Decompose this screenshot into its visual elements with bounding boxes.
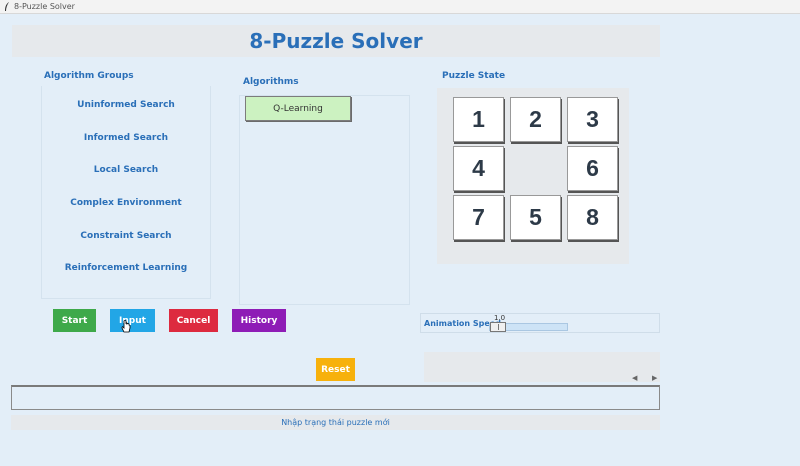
input-button[interactable]: Input [110,309,155,332]
page-title: 8-Puzzle Solver [249,29,423,53]
app-window: 8-Puzzle Solver Algorithm Groups Uninfor… [0,14,800,466]
reset-button[interactable]: Reset [316,358,355,381]
group-informed-search[interactable]: Informed Search [42,133,210,143]
puzzle-tile: 6 [567,146,618,191]
group-complex-environment[interactable]: Complex Environment [42,198,210,208]
puzzle-tile-empty [510,146,561,191]
puzzle-tile: 3 [567,97,618,142]
feather-icon [5,2,9,11]
log-area[interactable] [424,352,660,382]
window-titlebar: 8-Puzzle Solver [0,0,800,14]
group-reinforcement-learning[interactable]: Reinforcement Learning [42,263,210,273]
status-bar: Nhập trạng thái puzzle mới [11,415,660,430]
group-local-search[interactable]: Local Search [42,165,210,175]
group-uninformed-search[interactable]: Uninformed Search [42,100,210,110]
cancel-button[interactable]: Cancel [169,309,218,332]
animation-speed-handle[interactable] [490,322,506,332]
puzzle-state-title: Puzzle State [442,71,506,81]
puzzle-tile: 4 [453,146,504,191]
puzzle-tile: 5 [510,195,561,240]
start-button[interactable]: Start [53,309,96,332]
header-bar: 8-Puzzle Solver [12,25,660,57]
puzzle-tile: 7 [453,195,504,240]
animation-speed-value: 1.0 [494,314,506,322]
puzzle-tile: 8 [567,195,618,240]
window-title: 8-Puzzle Solver [14,2,75,11]
puzzle-tile: 1 [453,97,504,142]
algorithm-q-learning-button[interactable]: Q-Learning [245,96,351,121]
group-constraint-search[interactable]: Constraint Search [42,231,210,241]
scroll-right-icon[interactable]: ▶ [652,374,657,382]
hand-cursor-icon [121,320,131,333]
puzzle-tile: 2 [510,97,561,142]
scroll-left-icon[interactable]: ◀ [632,374,637,382]
algorithm-groups-title: Algorithm Groups [44,71,134,81]
algorithms-panel [239,95,410,305]
history-button[interactable]: History [232,309,286,332]
algorithms-title: Algorithms [243,77,299,87]
puzzle-input-field[interactable] [11,385,660,410]
